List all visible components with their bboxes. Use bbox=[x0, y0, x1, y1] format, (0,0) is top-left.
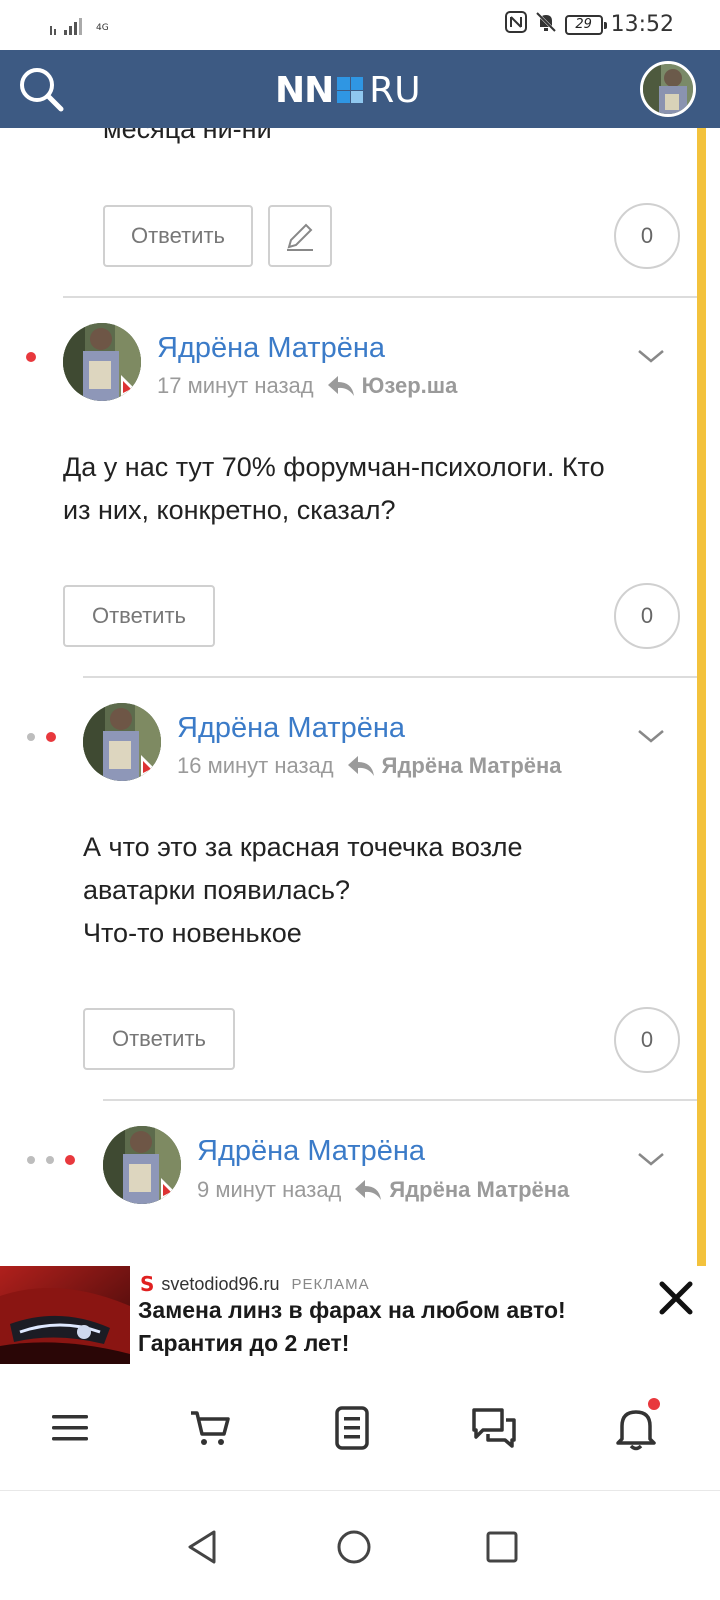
status-bar: 4G 29 13:52 bbox=[0, 0, 720, 50]
site-logo[interactable]: NN RU bbox=[275, 69, 421, 111]
close-icon[interactable] bbox=[656, 1278, 696, 1318]
reply-button[interactable]: Ответить bbox=[63, 585, 215, 647]
unread-dot bbox=[65, 1155, 75, 1165]
reply-to[interactable]: Ядрёна Матрёна bbox=[346, 753, 562, 779]
comment-time: 9 минут назад bbox=[197, 1177, 342, 1202]
logo-ru: RU bbox=[369, 69, 421, 111]
comment-text: Да у нас тут 70% форумчан-психологи. Кто… bbox=[63, 452, 605, 525]
comment-author[interactable]: Ядрёна Матрёна bbox=[157, 332, 385, 365]
likes-counter[interactable]: 0 bbox=[614, 583, 680, 649]
ad-source[interactable]: S svetodiod96.ru РЕКЛАМА bbox=[140, 1272, 370, 1296]
comment-author[interactable]: Ядрёна Матрёна bbox=[197, 1135, 425, 1168]
battery-icon: 29 bbox=[564, 14, 607, 35]
divider bbox=[103, 1099, 697, 1101]
likes-counter[interactable]: 0 bbox=[614, 1007, 680, 1073]
clock: 13:52 bbox=[610, 12, 674, 37]
chevron-down-icon[interactable] bbox=[636, 346, 666, 366]
home-icon[interactable] bbox=[334, 1527, 374, 1567]
chevron-down-icon[interactable] bbox=[636, 726, 666, 746]
ad-title[interactable]: Замена линз в фарах на любом авто! Гаран… bbox=[138, 1294, 658, 1360]
nfc-icon bbox=[504, 11, 527, 38]
comments-feed[interactable]: месяца ни-ни Ответить 0 Ядрёна Матрёна 1… bbox=[0, 128, 697, 1266]
comment-meta: 17 минут назад Юзер.ша bbox=[157, 373, 457, 399]
signal-icon: 4G bbox=[48, 12, 109, 38]
thread-level-dot bbox=[46, 1156, 54, 1164]
comment-time: 16 минут назад bbox=[177, 753, 334, 778]
muted-bell-icon bbox=[535, 11, 557, 38]
thread-level-dot bbox=[27, 733, 35, 741]
reply-arrow-icon bbox=[347, 756, 374, 776]
comment-text: А что это за красная точечка возле авата… bbox=[83, 832, 523, 948]
reply-button[interactable]: Ответить bbox=[83, 1008, 235, 1070]
avatar[interactable] bbox=[103, 1126, 181, 1204]
site-header: NN RU bbox=[0, 50, 720, 128]
unread-dot bbox=[26, 352, 36, 362]
news-icon[interactable] bbox=[322, 1398, 382, 1458]
ad-brand-s-icon: S bbox=[140, 1272, 155, 1296]
bottom-nav bbox=[0, 1366, 720, 1490]
scroll-indicator bbox=[697, 128, 706, 1268]
logo-square-icon bbox=[337, 77, 364, 103]
divider bbox=[63, 296, 697, 298]
thread-level-dot bbox=[27, 1156, 35, 1164]
ad-label: РЕКЛАМА bbox=[291, 1275, 370, 1293]
reply-to[interactable]: Ядрёна Матрёна bbox=[353, 1177, 569, 1203]
menu-icon[interactable] bbox=[40, 1398, 100, 1458]
comment-meta: 9 минут назад Ядрёна Матрёна bbox=[197, 1177, 569, 1203]
comment-meta: 16 минут назад Ядрёна Матрёна bbox=[177, 753, 562, 779]
cart-icon[interactable] bbox=[180, 1398, 240, 1458]
search-icon[interactable] bbox=[14, 62, 68, 116]
ad-banner[interactable]: S svetodiod96.ru РЕКЛАМА Замена линз в ф… bbox=[0, 1266, 720, 1366]
network-type: 4G bbox=[96, 23, 109, 33]
reply-arrow-icon bbox=[355, 1180, 382, 1200]
reply-to-name: Ядрёна Матрёна bbox=[389, 1177, 570, 1202]
likes-counter[interactable]: 0 bbox=[614, 203, 680, 269]
ad-image-car-headlight[interactable] bbox=[0, 1266, 130, 1364]
reply-button[interactable]: Ответить bbox=[103, 205, 253, 267]
user-avatar[interactable] bbox=[640, 61, 696, 117]
chevron-down-icon[interactable] bbox=[636, 1149, 666, 1169]
comment-author[interactable]: Ядрёна Матрёна bbox=[177, 712, 405, 745]
ad-domain: svetodiod96.ru bbox=[161, 1273, 280, 1294]
back-icon[interactable] bbox=[182, 1527, 222, 1567]
comment-time: 17 минут назад bbox=[157, 373, 314, 398]
edit-button[interactable] bbox=[268, 205, 332, 267]
avatar[interactable] bbox=[83, 703, 161, 781]
recent-apps-icon[interactable] bbox=[482, 1527, 522, 1567]
notification-badge bbox=[646, 1396, 662, 1412]
comment-text-cut: месяца ни-ни bbox=[103, 128, 272, 144]
unread-dot bbox=[46, 732, 56, 742]
comments-icon[interactable] bbox=[464, 1398, 524, 1458]
reply-to-name: Ядрёна Матрёна bbox=[381, 753, 562, 778]
reply-arrow-icon bbox=[327, 376, 354, 396]
reply-to[interactable]: Юзер.ша bbox=[326, 373, 458, 399]
pencil-icon bbox=[287, 223, 313, 251]
system-nav-bar bbox=[0, 1490, 720, 1600]
logo-nn: NN bbox=[275, 69, 334, 111]
avatar[interactable] bbox=[63, 323, 141, 401]
divider bbox=[83, 676, 697, 678]
notifications-bell-icon[interactable] bbox=[606, 1396, 666, 1458]
reply-to-name: Юзер.ша bbox=[361, 373, 458, 398]
